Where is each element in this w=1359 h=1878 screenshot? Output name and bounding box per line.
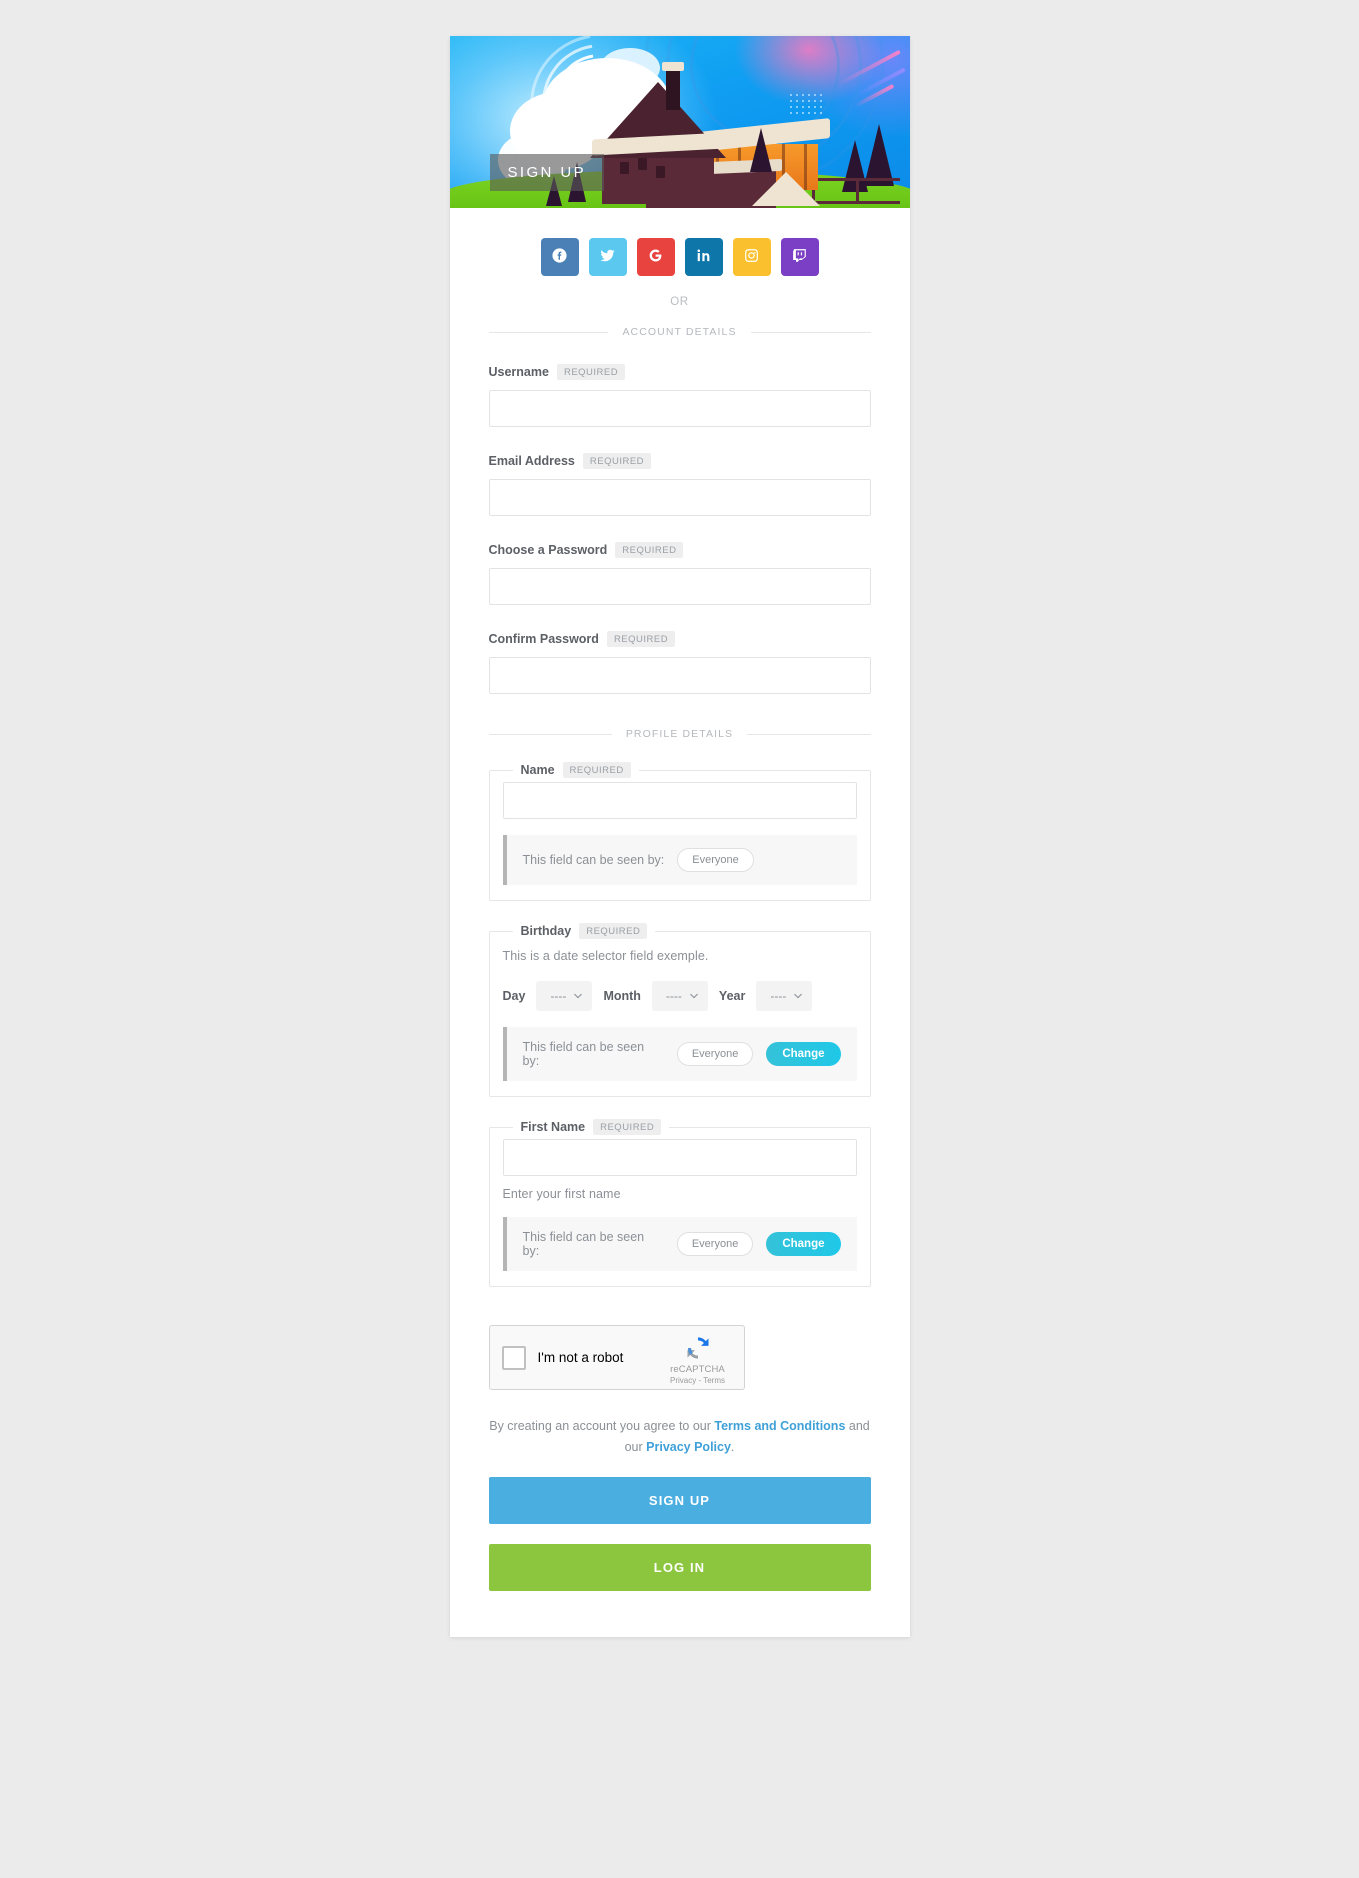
field-username: Username REQUIRED xyxy=(488,364,871,427)
social-login-instagram[interactable] xyxy=(732,238,771,276)
divider-line xyxy=(488,733,612,735)
year-label: Year xyxy=(718,989,746,1003)
page-background: SIGN UP OR ACCOUNT DETAILS Username REQU… xyxy=(0,0,1359,1878)
social-login-facebook[interactable] xyxy=(540,238,579,276)
recaptcha-container: I'm not a robot reCAPTCHA Privacy - Term… xyxy=(488,1325,871,1390)
social-login-twitch[interactable] xyxy=(780,238,819,276)
account-details-form: Username REQUIRED Email Address REQUIRED… xyxy=(450,364,910,694)
fieldset-first-name: First Name REQUIRED Enter your first nam… xyxy=(488,1119,871,1287)
field-label: Birthday xyxy=(520,924,572,938)
social-login-google[interactable] xyxy=(636,238,675,276)
login-button[interactable]: LOG IN xyxy=(488,1544,871,1592)
terms-and-conditions-link[interactable]: Terms and Conditions xyxy=(714,1419,845,1433)
terms-notice: By creating an account you agree to our … xyxy=(489,1416,871,1457)
month-select-wrap[interactable]: ---- xyxy=(651,981,708,1011)
recaptcha-checkbox[interactable] xyxy=(501,1345,526,1370)
twitter-icon xyxy=(599,247,616,267)
facebook-icon xyxy=(551,247,568,267)
recaptcha-links: Privacy - Terms xyxy=(670,1376,725,1385)
visibility-value-pill[interactable]: Everyone xyxy=(677,848,754,872)
required-badge: REQUIRED xyxy=(579,923,648,939)
terms-suffix: . xyxy=(730,1439,735,1454)
signup-button[interactable]: SIGN UP xyxy=(488,1477,871,1525)
account-details-divider: ACCOUNT DETAILS xyxy=(488,326,871,338)
fieldset-birthday: Birthday REQUIRED This is a date selecto… xyxy=(488,923,871,1097)
hero-barn xyxy=(589,62,780,204)
hero-title: SIGN UP xyxy=(489,154,604,191)
required-badge: REQUIRED xyxy=(556,364,626,380)
required-badge: REQUIRED xyxy=(582,453,652,469)
instagram-icon xyxy=(743,247,760,267)
field-email: Email Address REQUIRED xyxy=(488,453,871,516)
fieldset-birthday-legend: Birthday REQUIRED xyxy=(513,923,656,939)
recaptcha-logo-icon xyxy=(687,1337,708,1359)
field-label: Email Address xyxy=(488,454,575,468)
account-details-label: ACCOUNT DETAILS xyxy=(622,326,737,338)
username-input[interactable] xyxy=(488,390,871,427)
change-visibility-button[interactable]: Change xyxy=(766,1232,841,1256)
day-select[interactable]: ---- xyxy=(536,981,593,1011)
birthday-description: This is a date selector field exemple. xyxy=(502,949,709,963)
hero-dots xyxy=(787,92,822,118)
first-name-visibility-row: This field can be seen by: Everyone Chan… xyxy=(502,1217,857,1271)
visibility-text: This field can be seen by: xyxy=(522,1230,645,1258)
divider-line xyxy=(750,331,871,333)
divider-line xyxy=(488,331,609,333)
recaptcha-brand-text: reCAPTCHA xyxy=(670,1364,725,1375)
first-name-input[interactable] xyxy=(502,1139,857,1176)
profile-details-divider: PROFILE DETAILS xyxy=(488,728,871,740)
name-visibility-row: This field can be seen by: Everyone xyxy=(502,835,857,885)
required-badge: REQUIRED xyxy=(562,762,631,778)
change-visibility-button[interactable]: Change xyxy=(766,1042,841,1066)
recaptcha-label: I'm not a robot xyxy=(537,1350,624,1365)
hero-tree xyxy=(863,124,894,186)
email-input[interactable] xyxy=(488,479,871,516)
visibility-text: This field can be seen by: xyxy=(522,1040,645,1068)
social-login-linkedin[interactable] xyxy=(684,238,723,276)
year-select-wrap[interactable]: ---- xyxy=(756,981,813,1011)
recaptcha-branding: reCAPTCHA Privacy - Terms xyxy=(662,1333,734,1385)
recaptcha-widget[interactable]: I'm not a robot reCAPTCHA Privacy - Term… xyxy=(488,1325,745,1390)
password-input[interactable] xyxy=(488,568,871,605)
linkedin-icon xyxy=(695,247,712,267)
card-footer-spacer xyxy=(450,1591,910,1637)
field-label: Name xyxy=(520,763,555,777)
visibility-text: This field can be seen by: xyxy=(522,853,665,867)
twitch-icon xyxy=(791,247,808,267)
month-select[interactable]: ---- xyxy=(651,981,708,1011)
field-label: Confirm Password xyxy=(488,632,599,646)
field-label: First Name xyxy=(520,1120,586,1134)
fieldset-name: Name REQUIRED This field can be seen by:… xyxy=(488,762,871,901)
month-label: Month xyxy=(603,989,641,1003)
year-select[interactable]: ---- xyxy=(756,981,813,1011)
profile-details-label: PROFILE DETAILS xyxy=(625,728,734,740)
signup-card: SIGN UP OR ACCOUNT DETAILS Username REQU… xyxy=(449,36,910,1638)
field-label: Choose a Password xyxy=(488,543,608,557)
or-divider-label: OR xyxy=(670,296,689,308)
field-password: Choose a Password REQUIRED xyxy=(488,542,871,605)
divider-line xyxy=(747,733,871,735)
required-badge: REQUIRED xyxy=(606,631,676,647)
social-login-twitter[interactable] xyxy=(588,238,627,276)
first-name-helper-text: Enter your first name xyxy=(502,1187,621,1201)
hero-banner: SIGN UP xyxy=(449,36,910,208)
field-confirm-password: Confirm Password REQUIRED xyxy=(488,631,871,694)
confirm-password-input[interactable] xyxy=(488,657,871,694)
visibility-value-pill[interactable]: Everyone xyxy=(676,1232,754,1256)
fieldset-name-legend: Name REQUIRED xyxy=(513,762,639,778)
privacy-policy-link[interactable]: Privacy Policy xyxy=(646,1440,731,1454)
required-badge: REQUIRED xyxy=(593,1119,662,1135)
required-badge: REQUIRED xyxy=(615,542,684,558)
visibility-value-pill[interactable]: Everyone xyxy=(676,1042,754,1066)
birthday-visibility-row: This field can be seen by: Everyone Chan… xyxy=(502,1027,857,1081)
google-icon xyxy=(647,247,664,267)
terms-prefix: By creating an account you agree to our xyxy=(489,1419,715,1433)
birthday-date-selectors: Day ---- Month ---- Year ---- xyxy=(503,981,857,1011)
day-select-wrap[interactable]: ---- xyxy=(536,981,593,1011)
fieldset-first-name-legend: First Name REQUIRED xyxy=(513,1119,670,1135)
social-login-row xyxy=(450,208,910,276)
day-label: Day xyxy=(502,989,526,1003)
name-input[interactable] xyxy=(502,782,857,819)
field-label: Username xyxy=(488,365,549,379)
